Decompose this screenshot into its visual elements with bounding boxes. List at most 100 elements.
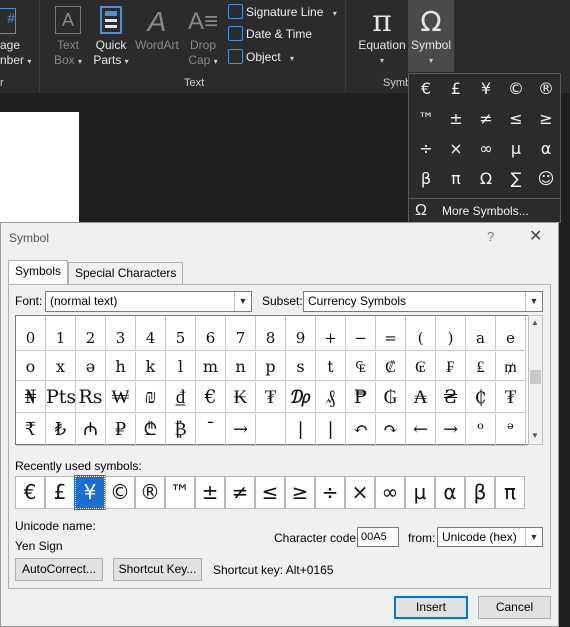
gallery-symbol-cell[interactable]: ∞: [472, 135, 500, 163]
symbol-grid-cell[interactable]: ₣: [436, 352, 466, 381]
text-box-button[interactable]: A Text Box ▾: [48, 6, 88, 69]
gallery-symbol-cell[interactable]: ≠: [472, 105, 500, 133]
gallery-symbol-cell[interactable]: ™: [412, 105, 440, 133]
gallery-symbol-cell[interactable]: £: [442, 75, 470, 103]
recent-symbol-cell[interactable]: µ: [405, 476, 435, 509]
symbol-grid-cell[interactable]: →: [436, 414, 466, 446]
symbol-grid-cell[interactable]: n: [226, 352, 256, 381]
symbol-grid-cell[interactable]: Rs: [76, 382, 106, 413]
symbol-grid-cell[interactable]: p: [256, 352, 286, 381]
symbol-grid-cell[interactable]: ₡: [376, 352, 406, 381]
close-button[interactable]: ✕: [529, 226, 542, 246]
symbol-grid-cell[interactable]: ˉ: [196, 414, 226, 446]
symbol-grid-cell[interactable]: ₩: [106, 382, 136, 413]
symbol-grid-cell[interactable]: ₿: [166, 414, 196, 446]
symbol-grid-cell[interactable]: 3: [106, 316, 136, 351]
symbol-grid-cell[interactable]: ₥: [496, 352, 526, 381]
symbol-grid-cell[interactable]: ə: [76, 352, 106, 381]
recent-symbol-cell[interactable]: ®: [135, 476, 165, 509]
symbol-grid-cell[interactable]: |: [316, 414, 346, 446]
recent-symbol-cell[interactable]: €: [15, 476, 45, 509]
from-select[interactable]: Unicode (hex) ▼: [437, 527, 543, 547]
symbol-grid-cell[interactable]: ₳: [406, 382, 436, 413]
tab-special-characters[interactable]: Special Characters: [68, 262, 184, 284]
subset-select[interactable]: Currency Symbols ▼: [303, 291, 543, 312]
symbol-grid-cell[interactable]: ₦: [16, 382, 46, 413]
recent-symbol-cell[interactable]: ™: [165, 476, 195, 509]
symbol-grid-cell[interactable]: ₫: [166, 382, 196, 413]
symbol-grid-cell[interactable]: 1: [46, 316, 76, 351]
symbol-grid-cell[interactable]: (: [406, 316, 436, 351]
scrollbar-thumb[interactable]: [530, 370, 541, 384]
drop-cap-button[interactable]: A≡ Drop Cap ▾: [184, 6, 222, 69]
symbol-grid-cell[interactable]: |: [286, 414, 316, 446]
chevron-up-icon[interactable]: ▲: [531, 318, 539, 327]
symbol-grid-scrollbar[interactable]: ▲ ▼: [528, 315, 543, 445]
symbol-grid-cell[interactable]: e: [496, 316, 526, 351]
symbol-grid-cell[interactable]: ᵊ: [496, 414, 526, 446]
gallery-symbol-cell[interactable]: ¥: [472, 75, 500, 103]
symbol-grid-cell[interactable]: l: [166, 352, 196, 381]
recent-symbol-cell[interactable]: ∞: [375, 476, 405, 509]
symbol-grid-cell[interactable]: x: [46, 352, 76, 381]
font-select[interactable]: (normal text) ▼: [45, 291, 252, 312]
symbol-grid-cell[interactable]: a: [466, 316, 496, 351]
symbol-grid-cell[interactable]: ₰: [316, 382, 346, 413]
symbol-grid-cell[interactable]: ₴: [436, 382, 466, 413]
symbol-button[interactable]: Ω Symbol ▾: [408, 0, 454, 72]
recent-symbol-cell[interactable]: π: [495, 476, 525, 509]
symbol-grid-cell[interactable]: ₠: [346, 352, 376, 381]
symbol-grid-cell[interactable]: 5: [166, 316, 196, 351]
symbol-grid-cell[interactable]: ): [436, 316, 466, 351]
symbol-grid-cell[interactable]: ᵒ: [466, 414, 496, 446]
symbol-grid[interactable]: 0 1 2 3 4 5 6 7 8 9 + − =() a e o x ə h k l m n p s t ₠ ₡ ₢ ₣ ₤ ₥ ₦ Pts Rs…: [15, 315, 543, 446]
symbol-grid-cell[interactable]: Pts: [46, 382, 76, 413]
symbol-grid-cell[interactable]: 8: [256, 316, 286, 351]
symbol-grid-cell[interactable]: €: [196, 382, 226, 413]
symbol-grid-cell[interactable]: h: [106, 352, 136, 381]
symbol-grid-cell[interactable]: ₺: [46, 414, 76, 446]
quick-parts-button[interactable]: Quick Parts ▾: [90, 6, 132, 69]
symbol-grid-cell[interactable]: ₼: [76, 414, 106, 446]
gallery-symbol-cell[interactable]: Ω: [472, 165, 500, 193]
character-code-input[interactable]: 00A5: [357, 527, 399, 547]
symbol-grid-cell[interactable]: m: [196, 352, 226, 381]
recent-symbol-cell[interactable]: α: [435, 476, 465, 509]
gallery-symbol-cell[interactable]: β: [412, 165, 440, 193]
symbol-grid-cell[interactable]: ↶: [346, 414, 376, 446]
symbol-grid-cell[interactable]: k: [136, 352, 166, 381]
cancel-button[interactable]: Cancel: [478, 596, 551, 619]
symbol-grid-cell[interactable]: ₱: [346, 382, 376, 413]
signature-line-button[interactable]: Signature Line ▾: [228, 2, 343, 22]
gallery-symbol-cell[interactable]: ±: [442, 105, 470, 133]
recent-symbol-cell[interactable]: ±: [195, 476, 225, 509]
symbol-grid-cell[interactable]: s: [286, 352, 316, 381]
shortcut-key-button[interactable]: Shortcut Key...: [113, 558, 202, 581]
symbol-grid-cell[interactable]: =: [376, 316, 406, 351]
page-number-button[interactable]: # age nber ▾: [0, 8, 31, 69]
chevron-down-icon[interactable]: ▼: [531, 431, 539, 440]
gallery-symbol-cell[interactable]: ≥: [532, 105, 560, 133]
symbol-grid-cell[interactable]: 0: [16, 316, 46, 351]
symbol-grid-cell[interactable]: ₲: [376, 382, 406, 413]
gallery-symbol-cell[interactable]: α: [532, 135, 560, 163]
symbol-grid-cell[interactable]: ₹: [16, 414, 46, 446]
recent-symbol-cell[interactable]: ÷: [315, 476, 345, 509]
symbol-grid-cell[interactable]: 2: [76, 316, 106, 351]
symbol-grid-cell[interactable]: →: [226, 414, 256, 446]
recent-symbol-cell[interactable]: ¥: [74, 475, 106, 510]
symbol-grid-cell[interactable]: ₪: [136, 382, 166, 413]
gallery-symbol-cell[interactable]: ÷: [412, 135, 440, 163]
recent-symbol-cell[interactable]: ≠: [225, 476, 255, 509]
gallery-symbol-cell[interactable]: ∑: [502, 165, 530, 193]
symbol-grid-cell[interactable]: +: [316, 316, 346, 351]
symbol-grid-cell[interactable]: ←: [406, 414, 436, 446]
symbol-grid-cell[interactable]: 9: [286, 316, 316, 351]
recent-symbol-cell[interactable]: ×: [345, 476, 375, 509]
symbol-grid-cell[interactable]: t: [316, 352, 346, 381]
recent-symbol-cell[interactable]: ©: [105, 476, 135, 509]
symbol-grid-cell[interactable]: 6: [196, 316, 226, 351]
symbol-grid-cell[interactable]: −: [346, 316, 376, 351]
symbol-grid-cell[interactable]: ↷: [376, 414, 406, 446]
wordart-button[interactable]: A WordArt: [133, 6, 181, 53]
